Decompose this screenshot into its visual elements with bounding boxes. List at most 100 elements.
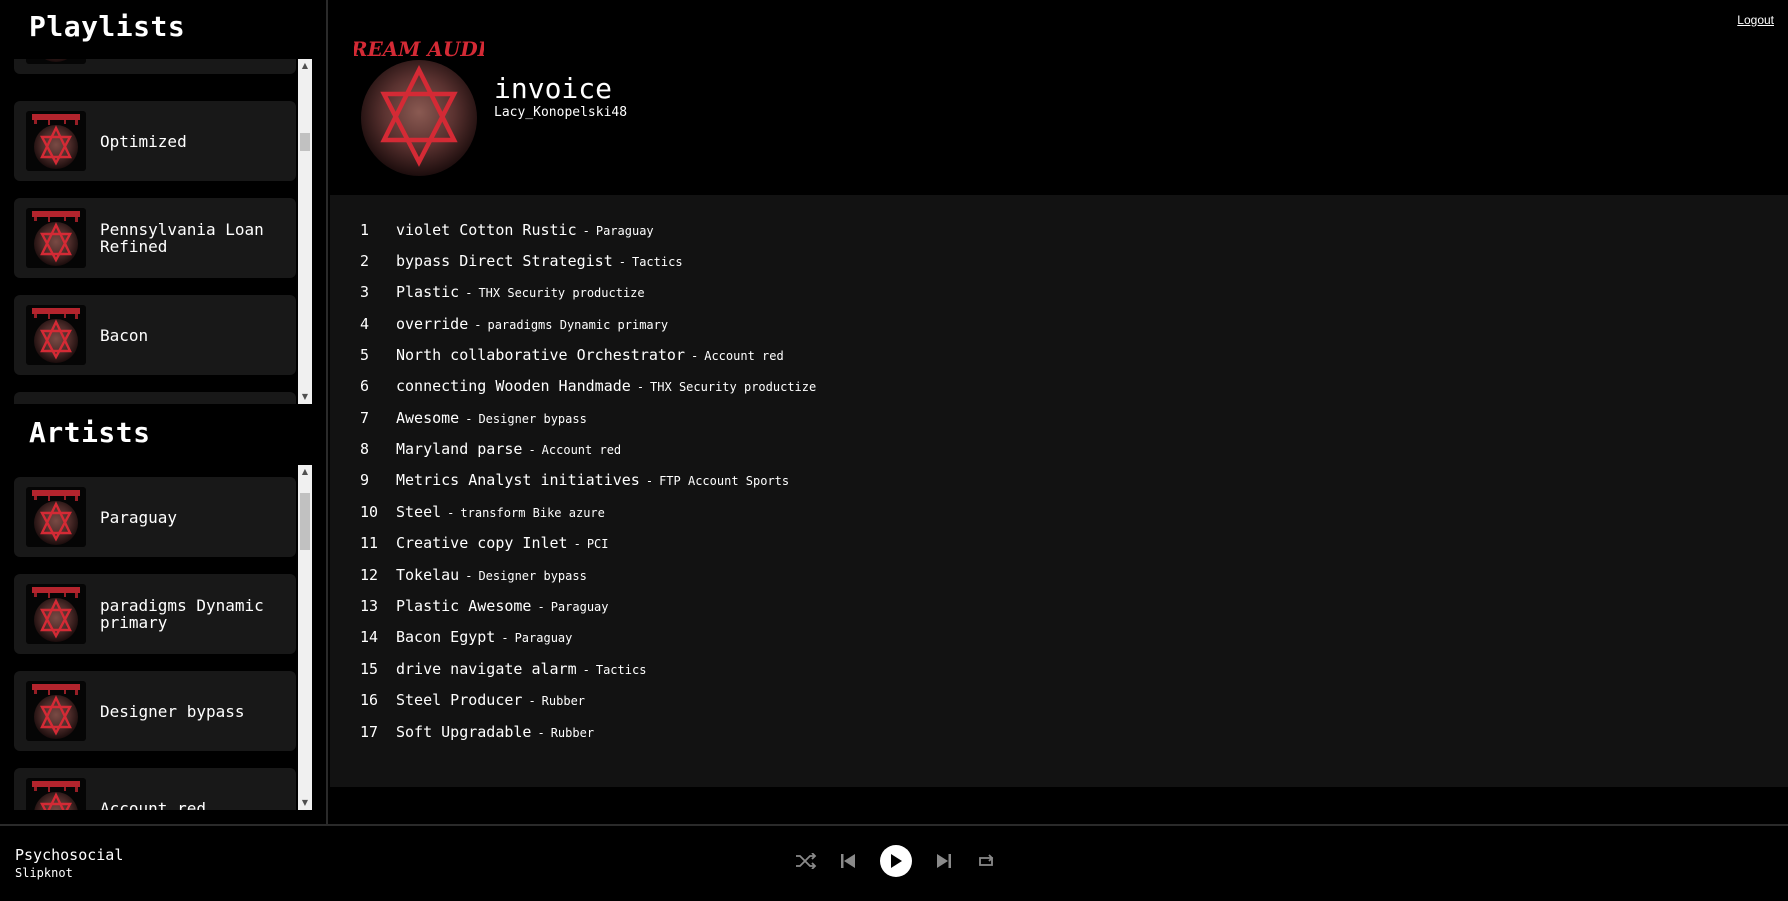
- artist-item[interactable]: paradigms Dynamic primary: [14, 574, 296, 654]
- playlist-owner: Lacy_Konopelski48: [494, 105, 628, 120]
- artists-list[interactable]: Paraguay paradigms Dynamic primary Desig…: [14, 465, 296, 810]
- track-number: 17: [360, 723, 379, 741]
- playlist-item[interactable]: Pennsylvania Loan Refined: [14, 198, 296, 278]
- track-row[interactable]: 3 Plastic - THX Security productize: [360, 283, 645, 311]
- artist-cover-icon: [26, 487, 86, 547]
- playlist-item-label: Bacon: [100, 325, 149, 345]
- track-row[interactable]: 7 Awesome - Designer bypass: [360, 409, 587, 437]
- track-title: North collaborative Orchestrator: [396, 346, 685, 364]
- playlist-cover-icon: [26, 208, 86, 268]
- track-title: Bacon Egypt: [396, 628, 496, 646]
- track-separator: -: [582, 224, 590, 238]
- track-row[interactable]: 9 Metrics Analyst initiatives - FTP Account…: [360, 471, 789, 499]
- track-separator: -: [474, 318, 482, 332]
- playlist-cover-image: DREAM AUDIO: [354, 37, 484, 176]
- track-separator: -: [690, 349, 699, 363]
- track-separator: -: [465, 569, 473, 583]
- artist-item[interactable]: Paraguay: [14, 477, 296, 557]
- track-title: override: [396, 315, 469, 333]
- scroll-thumb[interactable]: [300, 133, 310, 151]
- track-number: 6: [360, 377, 370, 395]
- track-title: bypass Direct Strategist: [396, 252, 613, 270]
- playlist-item-label: Optimized: [100, 131, 187, 151]
- track-number: 15: [360, 660, 379, 678]
- track-separator: -: [645, 474, 654, 488]
- track-separator: -: [501, 631, 509, 645]
- previous-icon[interactable]: [834, 846, 862, 876]
- track-row[interactable]: 16 Steel Producer - Rubber: [360, 691, 585, 719]
- track-row[interactable]: 5 North collaborative Orchestrator - Accoun…: [360, 346, 784, 374]
- track-separator: -: [618, 255, 626, 269]
- track-number: 4: [360, 315, 370, 333]
- track-separator: -: [528, 443, 536, 457]
- playlist-item[interactable]: [14, 392, 296, 404]
- track-artist: PCI: [586, 537, 609, 551]
- track-number: 3: [360, 283, 370, 301]
- playlist-cover-icon: [26, 305, 86, 365]
- track-title: Plastic Awesome: [396, 597, 532, 615]
- artist-item-label: Account red: [100, 798, 206, 811]
- track-artist: Designer bypass: [478, 412, 587, 426]
- track-row[interactable]: 11 Creative copy Inlet - PCI: [360, 534, 609, 562]
- track-separator: -: [537, 726, 545, 740]
- logout-link[interactable]: Logout: [1737, 13, 1774, 27]
- play-icon: [891, 854, 902, 868]
- playlist-item[interactable]: [14, 59, 296, 74]
- track-row[interactable]: 14 Bacon Egypt - Paraguay: [360, 628, 572, 656]
- scroll-thumb[interactable]: [300, 493, 310, 550]
- artist-item[interactable]: Account red: [14, 768, 296, 810]
- track-number: 5: [360, 346, 370, 364]
- track-number: 14: [360, 628, 379, 646]
- track-separator: -: [582, 663, 590, 677]
- now-playing-artist: Slipknot: [15, 866, 73, 880]
- artists-scrollbar[interactable]: ▲ ▼: [298, 465, 312, 810]
- scroll-down-icon[interactable]: ▼: [298, 390, 312, 404]
- track-row[interactable]: 12 Tokelau - Designer bypass: [360, 566, 587, 594]
- artists-heading: Artists: [29, 416, 151, 449]
- track-number: 13: [360, 597, 379, 615]
- scroll-up-icon[interactable]: ▲: [298, 59, 312, 73]
- playlist-item[interactable]: Optimized: [14, 101, 296, 181]
- playlist-cover-icon: [26, 111, 86, 171]
- track-row[interactable]: 17 Soft Upgradable - Rubber: [360, 723, 594, 751]
- track-number: 9: [360, 471, 370, 489]
- shuffle-icon[interactable]: [792, 846, 820, 876]
- track-row[interactable]: 2 bypass Direct Strategist - Tactics: [360, 252, 683, 280]
- track-row[interactable]: 15 drive navigate alarm - Tactics: [360, 660, 646, 688]
- track-title: Steel: [396, 503, 442, 521]
- track-title: Soft Upgradable: [396, 723, 532, 741]
- scroll-down-icon[interactable]: ▼: [298, 796, 312, 810]
- next-icon[interactable]: [930, 846, 958, 876]
- track-title: Tokelau: [396, 566, 460, 584]
- track-title: Maryland parse: [396, 440, 523, 458]
- track-title: Awesome: [396, 409, 460, 427]
- play-button[interactable]: [880, 845, 912, 877]
- track-row[interactable]: 1 violet Cotton Rustic - Paraguay: [360, 221, 654, 249]
- artist-item-label: Paraguay: [100, 507, 178, 527]
- track-number: 2: [360, 252, 370, 270]
- svg-text:DREAM AUDIO: DREAM AUDIO: [354, 37, 484, 61]
- artist-cover-icon: [26, 778, 86, 810]
- artist-item-label: Designer bypass: [100, 701, 245, 721]
- artist-cover-icon: [26, 681, 86, 741]
- scroll-up-icon[interactable]: ▲: [298, 465, 312, 479]
- artist-item[interactable]: Designer bypass: [14, 671, 296, 751]
- playlist-title: invoice: [494, 72, 613, 105]
- track-number: 7: [360, 409, 370, 427]
- track-row[interactable]: 10 Steel - transform Bike azure: [360, 503, 605, 531]
- track-artist: THX Security productize: [478, 286, 645, 300]
- playlists-list[interactable]: Optimized Pennsylvania Loan Refined Baco…: [14, 59, 296, 404]
- track-row[interactable]: 8 Maryland parse - Account red: [360, 440, 621, 468]
- track-artist: transform Bike azure: [460, 506, 605, 520]
- track-separator: -: [636, 380, 645, 394]
- repeat-icon[interactable]: [972, 846, 1000, 876]
- track-row[interactable]: 4 override - paradigms Dynamic primary: [360, 315, 668, 343]
- track-row[interactable]: 13 Plastic Awesome - Paraguay: [360, 597, 609, 625]
- track-row[interactable]: 6 connecting Wooden Handmade - THX Security…: [360, 377, 816, 405]
- track-artist: FTP Account Sports: [659, 474, 790, 488]
- playlists-scrollbar[interactable]: ▲ ▼: [298, 59, 312, 404]
- track-artist: Tactics: [631, 255, 683, 269]
- track-title: violet Cotton Rustic: [396, 221, 577, 239]
- track-title: connecting Wooden Handmade: [396, 377, 631, 395]
- playlist-item[interactable]: Bacon: [14, 295, 296, 375]
